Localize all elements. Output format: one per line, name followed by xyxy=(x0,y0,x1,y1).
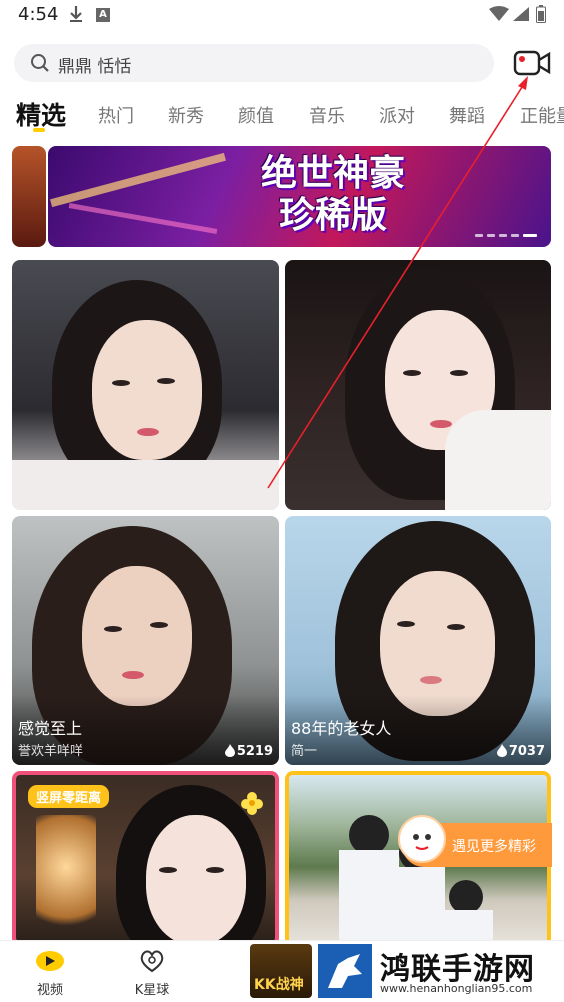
live-room-card[interactable]: 88年的老女人 简一 7037 xyxy=(285,516,551,765)
cover-detail xyxy=(157,378,175,384)
pager-dot xyxy=(499,234,507,237)
live-room-card[interactable] xyxy=(12,260,279,510)
cover-figure xyxy=(389,867,445,942)
banner-title: 绝世神豪 珍稀版 xyxy=(218,152,448,236)
room-title: 感觉至上 xyxy=(18,719,83,738)
banner-title-line1: 绝世神豪 xyxy=(260,152,405,194)
signal-icon xyxy=(512,6,530,26)
live-room-card[interactable]: 竖屏零距离 xyxy=(12,771,279,946)
tab-dance[interactable]: 舞蹈 xyxy=(449,102,485,128)
nav-video[interactable]: 视频 xyxy=(20,949,80,998)
pager-dot xyxy=(511,234,519,237)
search-text: 鼎鼎 恬恬 xyxy=(58,57,132,77)
host-name: 誉欢羊咩咩 xyxy=(18,744,84,759)
banner-pager xyxy=(471,222,537,241)
site-watermark: 鸿联手游网 www.henanhonglian95.com xyxy=(316,942,560,1000)
promo-banner[interactable]: 绝世神豪 珍稀版 xyxy=(48,146,551,247)
cover-detail xyxy=(430,420,452,428)
tab-looks[interactable]: 颜值 xyxy=(238,102,274,128)
nav-label: 视频 xyxy=(36,983,63,998)
cover-detail xyxy=(137,428,159,436)
promo-text: 遇见更多精彩 xyxy=(452,839,536,855)
nav-label: K星球 xyxy=(134,983,170,998)
tab-party[interactable]: 派对 xyxy=(379,102,415,128)
portrait-tag: 竖屏零距离 xyxy=(28,785,110,808)
cover-detail xyxy=(104,626,122,632)
status-bar: 4:54 A xyxy=(0,0,564,36)
heart-planet-icon xyxy=(140,950,164,973)
cover-detail xyxy=(122,671,144,679)
cover-face xyxy=(92,320,202,460)
cover-face xyxy=(82,566,192,706)
search-icon xyxy=(30,53,50,77)
tab-hot[interactable]: 热门 xyxy=(98,102,134,128)
kk-badge-text: KK战神 xyxy=(254,977,304,993)
cover-face xyxy=(146,815,246,942)
cover-detail xyxy=(420,676,442,684)
download-icon xyxy=(68,4,84,28)
banner-title-line2: 珍稀版 xyxy=(278,194,387,236)
cover-detail xyxy=(150,622,168,628)
banner-light-streak xyxy=(50,152,226,208)
room-title: 88年的老女人 xyxy=(291,719,392,738)
cover-shoulders xyxy=(445,410,551,510)
tab-new[interactable]: 新秀 xyxy=(168,102,204,128)
cover-detail xyxy=(403,370,421,376)
search-input[interactable]: 鼎鼎 恬恬 xyxy=(14,44,494,82)
tab-positive[interactable]: 正能量 xyxy=(520,102,564,128)
battery-icon xyxy=(536,5,546,27)
banner-light-streak xyxy=(68,203,218,234)
tab-featured[interactable]: 精选 xyxy=(16,96,66,132)
cover-shoulders xyxy=(12,460,279,510)
nav-k-planet[interactable]: K星球 xyxy=(122,949,182,998)
video-camera-icon xyxy=(512,50,552,82)
video-icon xyxy=(36,951,64,971)
pager-dot xyxy=(475,234,483,237)
start-live-button[interactable] xyxy=(512,48,552,78)
heat-value: 5219 xyxy=(236,744,273,759)
host-name: 简一 xyxy=(291,744,318,759)
flame-icon xyxy=(496,744,507,757)
cover-detail xyxy=(447,624,465,630)
heat-value: 7037 xyxy=(508,744,545,759)
status-time: 4:54 xyxy=(18,4,59,25)
wifi-icon xyxy=(489,6,509,26)
a-notification-icon: A xyxy=(96,8,110,22)
flower-icon xyxy=(240,791,264,815)
cover-detail xyxy=(206,867,224,873)
banner-prev-peek[interactable] xyxy=(12,146,46,247)
heat-count: 5219 xyxy=(224,744,273,759)
kk-game-badge[interactable]: KK战神 xyxy=(250,944,312,998)
live-room-card[interactable]: 感觉至上 誉欢羊咩咩 5219 xyxy=(12,516,279,765)
live-room-card[interactable] xyxy=(285,260,551,510)
tab-music[interactable]: 音乐 xyxy=(309,102,345,128)
horse-logo-icon xyxy=(318,944,372,998)
cover-lamp xyxy=(36,815,96,942)
cover-figure xyxy=(349,815,389,855)
cover-detail xyxy=(159,867,177,873)
cover-detail xyxy=(450,370,468,376)
cover-detail xyxy=(112,380,130,386)
cover-figure xyxy=(449,880,483,914)
pager-dot xyxy=(487,234,495,237)
watermark-url: www.henanhonglian95.com xyxy=(380,982,533,995)
category-tabs: 精选 热门 新秀 颜值 音乐 派对 舞蹈 正能量 xyxy=(0,96,564,136)
mascot-icon xyxy=(398,815,446,863)
flame-icon xyxy=(224,744,235,757)
cover-detail xyxy=(397,621,415,627)
heat-count: 7037 xyxy=(496,744,545,759)
active-tab-indicator xyxy=(33,128,45,132)
pager-dot-active xyxy=(523,234,537,237)
promo-bubble[interactable]: 遇见更多精彩 xyxy=(398,815,552,867)
